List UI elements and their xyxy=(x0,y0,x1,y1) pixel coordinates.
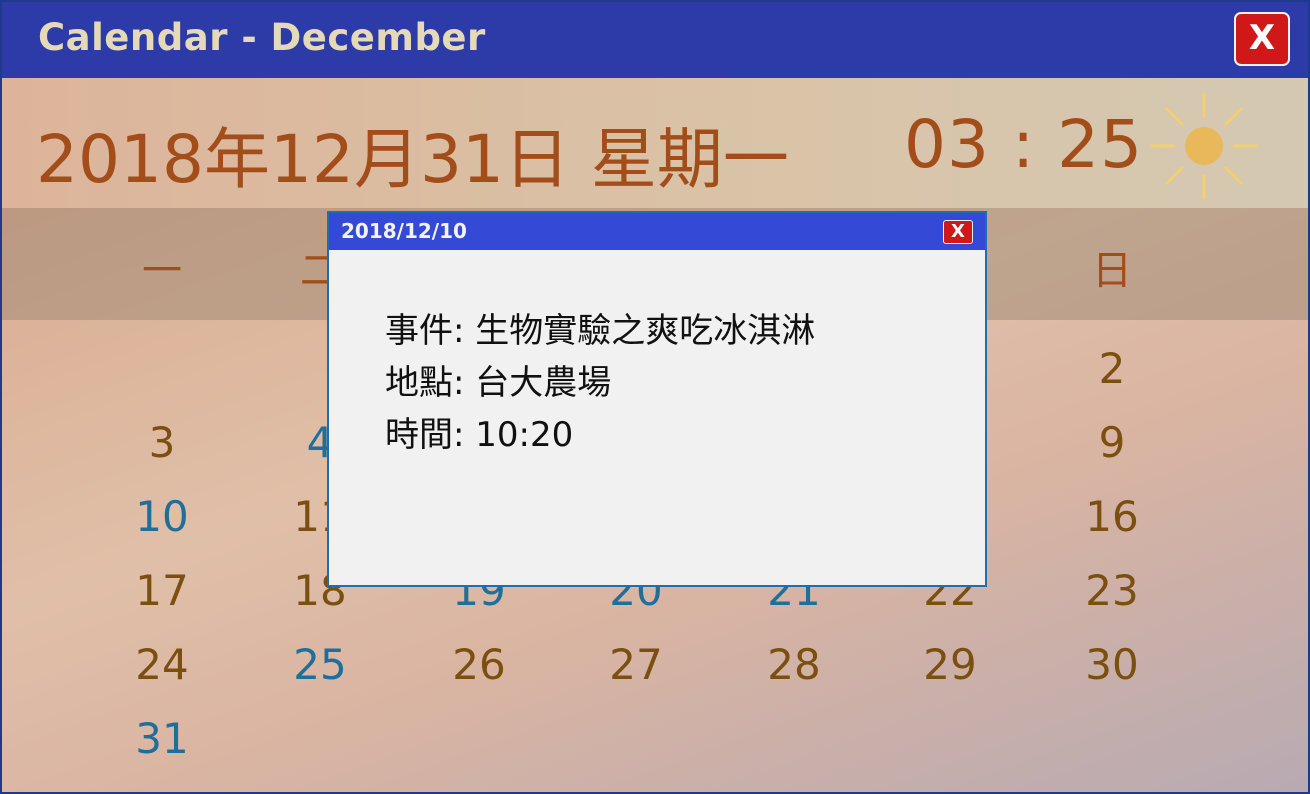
calendar-window: Calendar - December X 2018年12月31日 星期一 03… xyxy=(0,0,1310,794)
day-cell[interactable]: 23 xyxy=(1052,566,1172,615)
event-name: 事件: 生物實驗之爽吃冰淇淋 xyxy=(385,311,816,351)
weekday-mon: 一 xyxy=(142,248,182,294)
day-cell[interactable]: 28 xyxy=(734,640,854,689)
popup-title: 2018/12/10 xyxy=(341,219,467,243)
day-cell[interactable]: 10 xyxy=(102,492,222,541)
day-cell[interactable]: 25 xyxy=(260,640,380,689)
current-date: 2018年12月31日 星期一 xyxy=(36,121,789,198)
event-location: 地點: 台大農場 xyxy=(385,363,612,403)
day-cell[interactable]: 26 xyxy=(419,640,539,689)
day-cell[interactable]: 16 xyxy=(1052,492,1172,541)
day-cell[interactable]: 9 xyxy=(1052,418,1172,467)
window-title: Calendar - December xyxy=(38,16,486,59)
event-popup: 2018/12/10 X 事件: 生物實驗之爽吃冰淇淋 地點: 台大農場 時間:… xyxy=(327,211,987,587)
current-time: 03 : 25 xyxy=(904,106,1144,183)
day-cell[interactable]: 29 xyxy=(890,640,1010,689)
day-cell[interactable]: 27 xyxy=(576,640,696,689)
event-time: 時間: 10:20 xyxy=(385,415,574,455)
sun-icon xyxy=(1150,92,1258,200)
title-bar[interactable]: Calendar - December X xyxy=(2,2,1308,78)
popup-close-button[interactable]: X xyxy=(943,220,973,244)
day-cell[interactable]: 17 xyxy=(102,566,222,615)
popup-title-bar[interactable]: 2018/12/10 X xyxy=(329,213,985,250)
date-header: 2018年12月31日 星期一 03 : 25 xyxy=(2,78,1308,208)
day-cell[interactable]: 2 xyxy=(1052,344,1172,393)
day-cell[interactable]: 30 xyxy=(1052,640,1172,689)
close-button[interactable]: X xyxy=(1234,12,1290,66)
day-cell[interactable]: 24 xyxy=(102,640,222,689)
day-cell[interactable]: 31 xyxy=(102,714,222,763)
day-cell[interactable]: 3 xyxy=(102,418,222,467)
weekday-sun: 日 xyxy=(1092,248,1132,294)
